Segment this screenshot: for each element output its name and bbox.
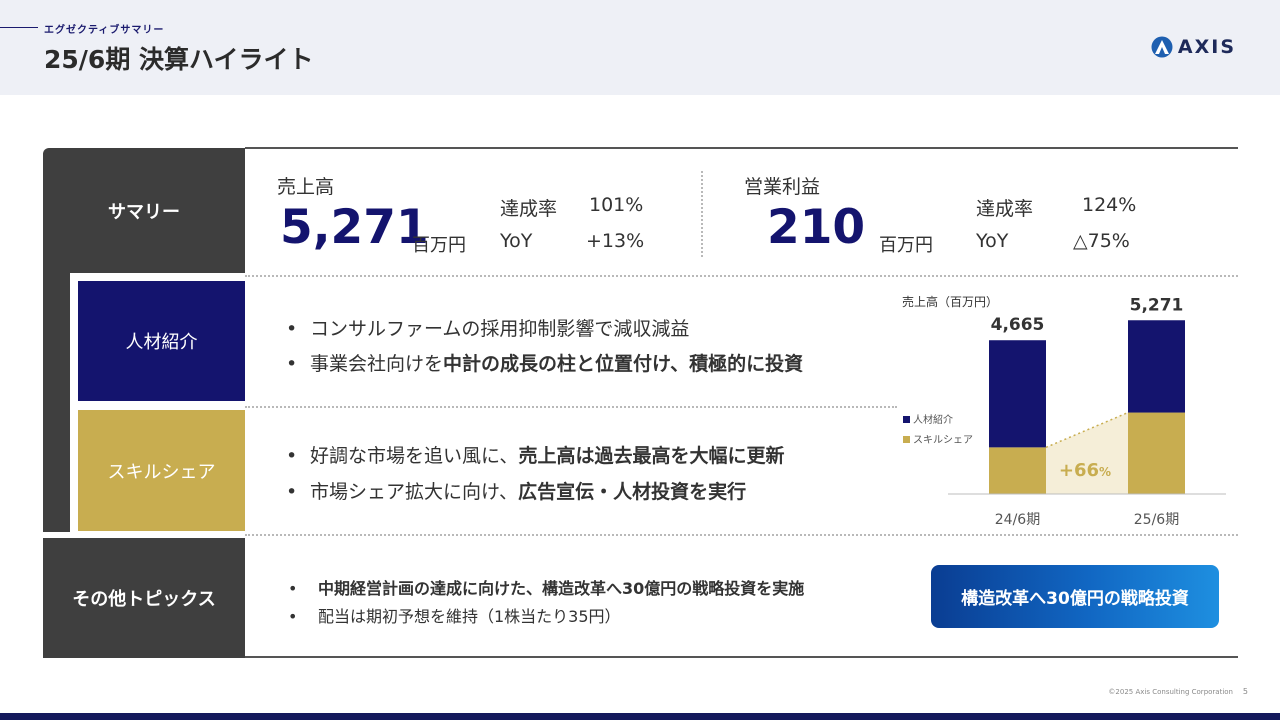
sales-achievement-value: 101% xyxy=(589,194,644,216)
skill-line-2-normal: 市場シェア拡大に向け、 xyxy=(310,481,519,503)
bar-jinzai-1 xyxy=(1128,320,1185,413)
bar-total-label-1: 5,271 xyxy=(1130,295,1184,315)
axis-logo-icon xyxy=(1151,36,1173,58)
sales-chart: 売上高（百万円） 4,665 24/6期 5,271 25/6期 +66% 人材紹介スキルシ… xyxy=(902,294,1226,528)
bullet-mark: • xyxy=(286,445,298,467)
skill-bullet-1: • 好調な市場を追い風に、売上高は過去最高を大幅に更新 xyxy=(286,441,784,468)
growth-area xyxy=(1046,412,1128,494)
legend-label-0: 人材紹介 xyxy=(913,413,953,426)
skill-line-1-normal: 好調な市場を追い風に、 xyxy=(310,445,519,467)
topics-line-2: 配当は期初予想を維持（1株当たり35円） xyxy=(318,607,621,626)
sales-achievement-label: 達成率 xyxy=(500,198,558,220)
divider-segments xyxy=(245,406,897,408)
segment-spine-gap xyxy=(70,273,75,532)
skill-line-2-bold: 広告宣伝・人材投資を実行 xyxy=(518,481,747,503)
jinzai-label-box: 人材紹介 xyxy=(78,281,245,401)
profit-yoy-value: △75% xyxy=(1073,230,1130,252)
axis-logo: AXIS xyxy=(1150,36,1236,58)
category-label-1: 25/6期 xyxy=(1134,512,1179,528)
summary-label: サマリー xyxy=(108,201,180,223)
bar-skill-0 xyxy=(989,447,1046,494)
skill-bullet-2: • 市場シェア拡大に向け、広告宣伝・人材投資を実行 xyxy=(286,477,746,504)
skill-line-1-bold: 売上高は過去最高を大幅に更新 xyxy=(518,445,785,467)
footer-copyright: ©2025 Axis Consulting Corporation xyxy=(1108,688,1233,696)
profit-unit: 百万円 xyxy=(879,235,933,256)
summary-label-box: サマリー xyxy=(43,148,245,273)
profit-achievement-value: 124% xyxy=(1082,194,1137,216)
growth-suffix: % xyxy=(1099,465,1111,479)
bullet-mark: • xyxy=(286,353,298,375)
bullet-mark: • xyxy=(286,481,298,503)
sales-yoy-value: +13% xyxy=(586,230,645,252)
sales-value: 5,271 xyxy=(280,200,429,255)
topics-label-box: その他トピックス xyxy=(43,538,245,658)
category-label-0: 24/6期 xyxy=(995,512,1040,528)
sales-label: 売上高 xyxy=(277,176,335,198)
jinzai-line-2-bold: 中計の成長の柱と位置付け、積極的に投資 xyxy=(443,353,804,375)
profit-achievement-label: 達成率 xyxy=(976,198,1034,220)
jinzai-bullet-2: • 事業会社向けを中計の成長の柱と位置付け、積極的に投資 xyxy=(286,349,803,376)
bullet-mark: • xyxy=(286,318,298,340)
page-number: 5 xyxy=(1242,687,1248,696)
legend-label-1: スキルシェア xyxy=(913,435,973,446)
topics-label: その他トピックス xyxy=(72,589,216,610)
chart-title: 売上高（百万円） xyxy=(902,294,998,309)
jinzai-label: 人材紹介 xyxy=(125,332,198,353)
segment-spine xyxy=(43,273,70,532)
profit-yoy-label: YoY xyxy=(976,230,1009,252)
growth-value: +66 xyxy=(1059,460,1099,481)
topics-bullet-1: • 中期経営計画の達成に向けた、構造改革へ30億円の戦略投資を実施 xyxy=(288,575,804,599)
footer-band xyxy=(0,713,1280,720)
skill-label-box: スキルシェア xyxy=(78,410,245,531)
topics-bullet-2: • 配当は期初予想を維持（1株当たり35円） xyxy=(288,603,621,627)
strategic-investment-pill: 構造改革へ30億円の戦略投資 xyxy=(931,565,1219,628)
bar-jinzai-0 xyxy=(989,340,1046,448)
jinzai-line-1: コンサルファームの採用抑制影響で減収減益 xyxy=(310,318,690,340)
sales-unit: 百万円 xyxy=(412,235,466,256)
profit-value: 210 xyxy=(767,200,866,255)
divider-kpi xyxy=(701,171,703,257)
table-bottom-line xyxy=(245,656,1238,658)
skill-label: スキルシェア xyxy=(107,461,216,483)
topics-line-1: 中期経営計画の達成に向けた、構造改革へ30億円の戦略投資を実施 xyxy=(318,579,805,598)
header-rule xyxy=(0,27,38,28)
legend-swatch-0 xyxy=(903,416,910,423)
jinzai-line-2-normal: 事業会社向けを xyxy=(310,353,444,375)
header-subtitle: エグゼクティブサマリー xyxy=(44,25,165,36)
pill-label: 構造改革へ30億円の戦略投資 xyxy=(961,589,1189,609)
legend-swatch-1 xyxy=(903,436,910,443)
bar-total-label-0: 4,665 xyxy=(991,315,1045,335)
bullet-mark: • xyxy=(288,607,298,626)
divider-summary xyxy=(245,275,1238,277)
jinzai-bullet-1: • コンサルファームの採用抑制影響で減収減益 xyxy=(286,314,689,341)
table-top-line xyxy=(245,147,1238,149)
profit-label: 営業利益 xyxy=(744,176,821,198)
sales-yoy-label: YoY xyxy=(500,230,533,252)
bullet-mark: • xyxy=(288,579,298,598)
page-title: 25/6期 決算ハイライト xyxy=(44,45,314,74)
bar-skill-1 xyxy=(1128,412,1185,494)
axis-logo-text: AXIS xyxy=(1177,36,1236,58)
